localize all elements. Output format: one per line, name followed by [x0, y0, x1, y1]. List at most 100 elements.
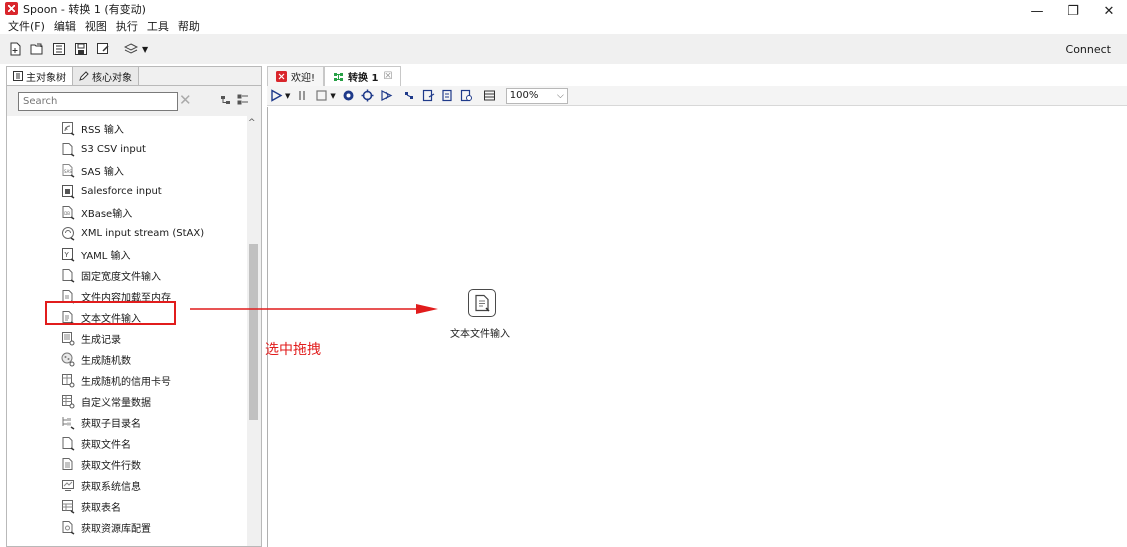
search-input[interactable]: [18, 92, 178, 111]
menu-tools[interactable]: 工具: [147, 18, 169, 34]
layers-dropdown-icon[interactable]: ▼: [142, 45, 148, 54]
tab-transformation-1[interactable]: 转换 1 ☒: [324, 66, 402, 86]
preview-icon[interactable]: [342, 89, 355, 102]
scroll-thumb[interactable]: [249, 244, 258, 420]
editor-tabs: 欢迎! 转换 1 ☒: [267, 66, 402, 86]
replay-icon[interactable]: [380, 89, 393, 102]
tree-item-generate-credit-card[interactable]: 生成随机的信用卡号: [61, 370, 171, 390]
tree-item-yaml-input[interactable]: Y YAML 输入: [61, 244, 131, 264]
tree-item-label: RSS 输入: [81, 124, 124, 136]
left-panel-tabs: 主对象树 核心对象: [7, 67, 261, 86]
tree-item-generate-random[interactable]: 生成随机数: [61, 349, 131, 369]
tree-item-fixed-width-input[interactable]: 固定宽度文件输入: [61, 265, 161, 285]
tree-item-get-file-rows-count[interactable]: 获取文件行数: [61, 454, 141, 474]
zoom-select[interactable]: 100% ⌵: [505, 87, 568, 104]
tree-item-get-repository-config[interactable]: 获取资源库配置: [61, 517, 151, 537]
random-icon: [61, 352, 75, 367]
canvas-toolbar: ▼ ▼ 100% ⌵: [267, 86, 1127, 106]
pause-icon[interactable]: [296, 89, 309, 102]
step-label: 文本文件输入: [450, 329, 510, 340]
tree-icon: [13, 71, 23, 81]
tree-item-get-system-info[interactable]: 获取系统信息: [61, 475, 141, 495]
tree-item-salesforce-input[interactable]: Salesforce input: [61, 181, 162, 201]
tree-item-xbase-input[interactable]: DB XBase输入: [61, 202, 132, 222]
show-results-icon[interactable]: [483, 89, 496, 102]
repo-icon: [61, 520, 75, 535]
menu-edit[interactable]: 编辑: [54, 18, 76, 34]
drag-arrow-icon: [190, 304, 438, 314]
new-file-icon[interactable]: [8, 42, 22, 56]
tree-item-label: 固定宽度文件输入: [81, 271, 161, 283]
zoom-value: 100%: [509, 90, 539, 101]
scroll-up-icon[interactable]: ^: [248, 118, 256, 128]
menu-view[interactable]: 视图: [85, 18, 107, 34]
menu-help[interactable]: 帮助: [178, 18, 200, 34]
minimize-button[interactable]: —: [1019, 0, 1055, 22]
menu-run[interactable]: 执行: [116, 18, 138, 34]
main-toolbar: ▼ Connect: [0, 34, 1127, 64]
clear-search-icon[interactable]: ✕: [179, 91, 192, 109]
tree-item-label: 生成记录: [81, 334, 121, 346]
close-tab-icon[interactable]: ☒: [383, 71, 392, 82]
collapse-tree-icon[interactable]: [237, 94, 249, 106]
verify-icon[interactable]: [403, 89, 416, 102]
save-icon[interactable]: [74, 42, 88, 56]
text-file-icon: [475, 294, 490, 312]
rows-icon: [61, 457, 75, 472]
tree-item-label: Salesforce input: [81, 185, 162, 197]
svg-text:Y: Y: [64, 251, 70, 259]
xml-icon: [61, 226, 75, 241]
expand-tree-icon[interactable]: [220, 94, 232, 106]
tree-item-get-table-names[interactable]: 获取表名: [61, 496, 121, 516]
transformation-canvas[interactable]: [267, 107, 1127, 547]
core-objects-tree: RSS 输入 S3 CSV input SAS SAS 输入 Salesforc…: [7, 116, 247, 546]
file-icon: [61, 142, 75, 157]
tree-item-rss-input[interactable]: RSS 输入: [61, 118, 124, 138]
svg-text:SAS: SAS: [64, 169, 72, 174]
sql-icon[interactable]: [441, 89, 454, 102]
tree-item-generate-rows[interactable]: 生成记录: [61, 328, 121, 348]
run-icon[interactable]: [270, 89, 283, 102]
menu-file[interactable]: 文件(F): [8, 18, 45, 34]
constant-icon: [61, 394, 75, 409]
stop-dropdown-icon[interactable]: ▼: [330, 92, 335, 100]
tree-item-get-subfolder-names[interactable]: 获取子目录名: [61, 412, 141, 432]
tree-item-label: S3 CSV input: [81, 143, 146, 155]
run-dropdown-icon[interactable]: ▼: [285, 92, 290, 100]
explore-db-icon[interactable]: [460, 89, 473, 102]
tree-item-xml-input-stream[interactable]: XML input stream (StAX): [61, 223, 204, 243]
tree-item-s3-csv-input[interactable]: S3 CSV input: [61, 139, 146, 159]
window-title: Spoon - 转换 1 (有变动): [23, 2, 146, 16]
maximize-button[interactable]: ❐: [1055, 0, 1091, 22]
tab-label: 转换 1: [348, 73, 379, 84]
text-file-input-step[interactable]: [468, 289, 496, 317]
file-icon: [61, 268, 75, 283]
connect-button[interactable]: Connect: [1066, 43, 1111, 56]
tab-main-tree[interactable]: 主对象树: [7, 67, 73, 85]
search-row: ✕: [7, 87, 261, 115]
tree-item-label: 获取系统信息: [81, 481, 141, 493]
sas-icon: SAS: [61, 163, 75, 178]
tree-item-get-file-names[interactable]: 获取文件名: [61, 433, 131, 453]
save-as-icon[interactable]: [96, 42, 110, 56]
tab-label: 核心对象: [92, 72, 132, 84]
impact-icon[interactable]: [422, 89, 435, 102]
svg-text:DB: DB: [64, 211, 70, 216]
debug-icon[interactable]: [361, 89, 374, 102]
tab-core-objects[interactable]: 核心对象: [73, 67, 139, 85]
tree-item-label: 生成随机数: [81, 355, 131, 367]
window-controls: — ❐ ✕: [1019, 0, 1127, 22]
card-icon: [61, 373, 75, 388]
open-folder-icon[interactable]: [30, 42, 44, 56]
title-bar: Spoon - 转换 1 (有变动): [0, 0, 1127, 17]
generate-rows-icon: [61, 331, 75, 346]
tree-scrollbar[interactable]: ^: [247, 116, 260, 546]
explore-repository-icon[interactable]: [52, 42, 66, 56]
tree-item-label: 获取表名: [81, 502, 121, 514]
close-button[interactable]: ✕: [1091, 0, 1127, 22]
tab-welcome[interactable]: 欢迎!: [267, 66, 325, 86]
layers-icon[interactable]: [124, 42, 138, 56]
stop-icon[interactable]: [315, 89, 328, 102]
tree-item-sas-input[interactable]: SAS SAS 输入: [61, 160, 124, 180]
tree-item-constant-data[interactable]: 自定义常量数据: [61, 391, 151, 411]
